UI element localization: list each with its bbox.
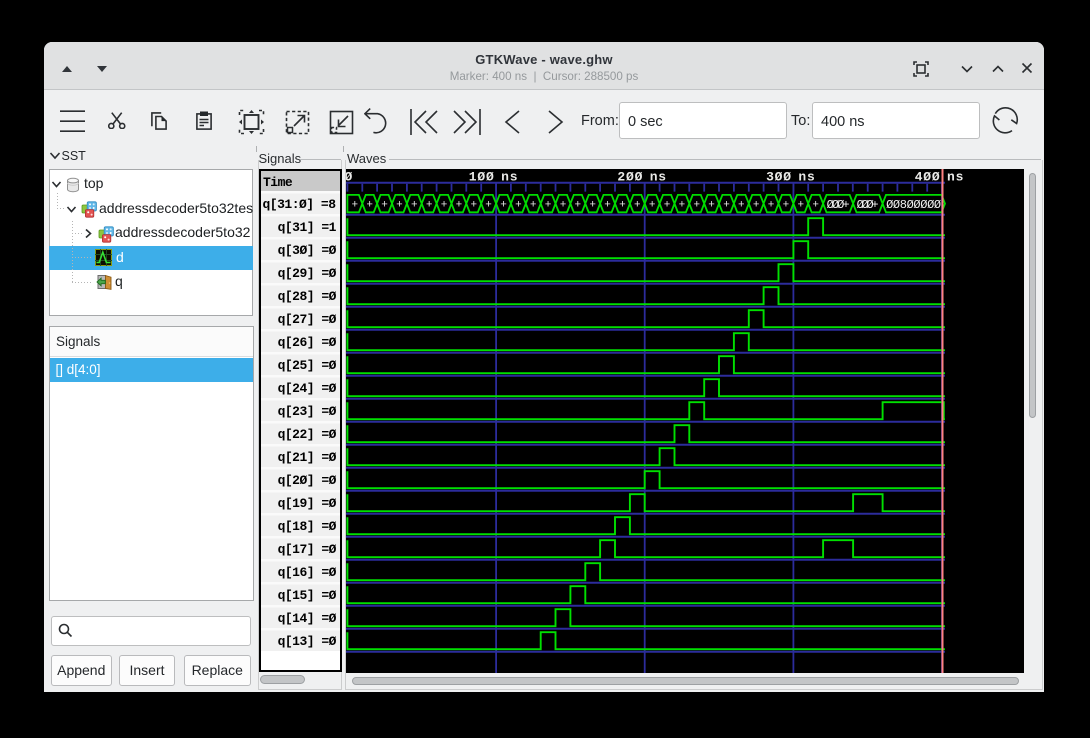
svg-text:+: + [470,199,477,211]
svg-text:+: + [381,199,388,211]
svg-text:ns: ns [649,169,666,184]
svg-text:+: + [723,199,730,211]
svg-text:+: + [351,199,358,211]
svg-text:+: + [782,199,789,211]
svg-text:+: + [515,199,522,211]
svg-text:+: + [425,199,432,211]
svg-text:+: + [544,199,551,211]
svg-text:+: + [500,199,507,211]
svg-text:+: + [410,199,417,211]
svg-text:+: + [485,199,492,211]
svg-text:ns: ns [798,169,815,184]
svg-text:+: + [589,199,596,211]
svg-text:+: + [619,199,626,211]
svg-text:+: + [396,199,403,211]
svg-text:+: + [663,199,670,211]
svg-text:+: + [440,199,447,211]
svg-text:+: + [737,199,744,211]
svg-text:+: + [604,199,611,211]
svg-text:+: + [708,199,715,211]
svg-text:+: + [797,199,804,211]
svg-text:+: + [752,199,759,211]
svg-text:1ØØ: 1ØØ [468,169,494,184]
svg-text:+: + [767,199,774,211]
svg-text:+: + [693,199,700,211]
svg-text:Ø: Ø [346,169,353,184]
svg-text:ØØØ+: ØØØ+ [856,198,878,212]
svg-text:+: + [633,199,640,211]
svg-text:+: + [366,199,373,211]
svg-text:+: + [559,199,566,211]
svg-text:2ØØ: 2ØØ [617,169,643,184]
svg-text:+: + [812,199,819,211]
svg-text:4ØØ: 4ØØ [914,169,940,184]
svg-text:ns: ns [947,169,964,184]
svg-text:+: + [455,199,462,211]
svg-text:+: + [529,199,536,211]
svg-text:ns: ns [501,169,518,184]
svg-text:+: + [678,199,685,211]
svg-text:+: + [574,199,581,211]
svg-text:ØØØ+: ØØØ+ [826,198,849,212]
svg-text:ØØ8ØØØØØ: ØØ8ØØØØØ [886,198,941,212]
svg-text:+: + [648,199,655,211]
svg-text:3ØØ: 3ØØ [766,169,792,184]
